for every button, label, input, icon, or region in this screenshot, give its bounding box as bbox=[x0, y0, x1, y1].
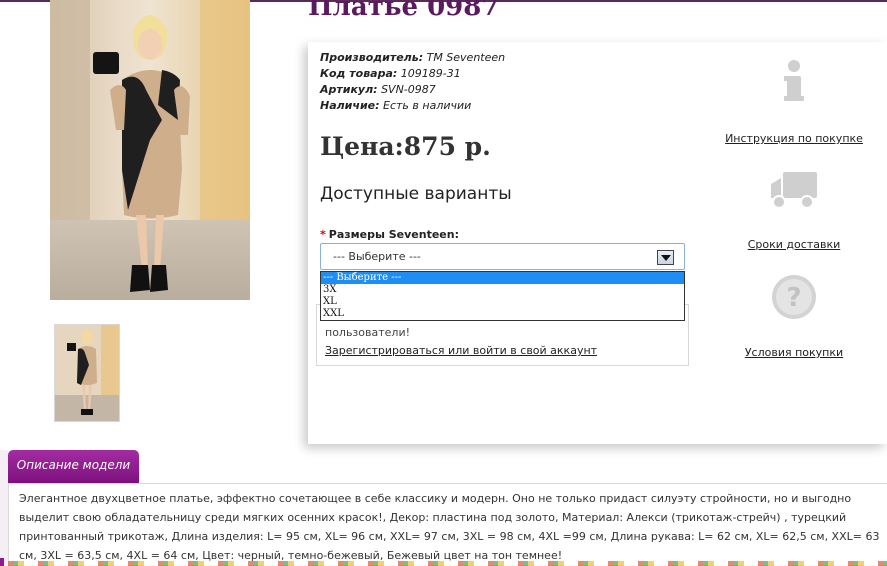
tab-description[interactable]: Описание модели bbox=[8, 450, 139, 483]
description-text: Элегантное двухцветное платье, эффектно … bbox=[19, 492, 880, 562]
sidebar-item-purchase-terms[interactable]: ? Условия покупки bbox=[724, 274, 864, 359]
size-option[interactable]: 3X bbox=[321, 284, 684, 296]
product-price: Цена:875 р. bbox=[320, 132, 491, 161]
required-mark: * bbox=[320, 228, 326, 241]
size-option[interactable]: --- Выберите --- bbox=[321, 272, 684, 284]
product-thumbnail[interactable] bbox=[54, 324, 120, 422]
size-select-value: --- Выберите --- bbox=[333, 250, 421, 263]
product-title: Платье 0987 bbox=[308, 0, 500, 22]
variants-heading: Доступные варианты bbox=[320, 184, 512, 204]
sidebar-item-label: Инструкция по покупке bbox=[725, 132, 863, 145]
svg-text:?: ? bbox=[786, 283, 801, 313]
decorative-border bbox=[8, 561, 887, 566]
description-box: Элегантное двухцветное платье, эффектно … bbox=[8, 483, 887, 566]
sidebar-item-delivery-time[interactable]: Сроки доставки bbox=[724, 168, 864, 251]
left-accent bbox=[0, 450, 8, 566]
product-main-image[interactable] bbox=[50, 0, 250, 300]
question-icon: ? bbox=[772, 275, 816, 319]
info-icon bbox=[784, 60, 804, 101]
meta-article: Артикул: SVN-0987 bbox=[320, 83, 436, 96]
sidebar-item-label: Условия покупки bbox=[744, 346, 844, 359]
login-register-link[interactable]: Зарегистрироваться или войти в свой акка… bbox=[325, 344, 597, 357]
size-dropdown-list[interactable]: --- Выберите --- 3X XL XXL bbox=[320, 271, 685, 321]
login-notice-text: пользователи! bbox=[325, 326, 411, 339]
size-label: * Размеры Seventeen: bbox=[320, 228, 459, 241]
size-option[interactable]: XXL bbox=[321, 308, 684, 320]
product-info-panel: Производитель: TM Seventeen Код товара: … bbox=[308, 42, 887, 444]
meta-manufacturer: Производитель: TM Seventeen bbox=[320, 51, 506, 64]
meta-product-code: Код товара: 109189-31 bbox=[320, 67, 461, 80]
chevron-down-icon[interactable] bbox=[657, 250, 674, 265]
sidebar-item-purchase-instructions[interactable]: Инструкция по покупке bbox=[724, 58, 864, 145]
sidebar-item-label: Сроки доставки bbox=[747, 238, 841, 251]
meta-availability: Наличие: Есть в наличии bbox=[320, 99, 472, 112]
truck-icon bbox=[771, 172, 817, 209]
size-option[interactable]: XL bbox=[321, 296, 684, 308]
product-meta: Производитель: TM Seventeen Код товара: … bbox=[320, 50, 505, 114]
size-select[interactable]: --- Выберите --- bbox=[320, 243, 685, 270]
